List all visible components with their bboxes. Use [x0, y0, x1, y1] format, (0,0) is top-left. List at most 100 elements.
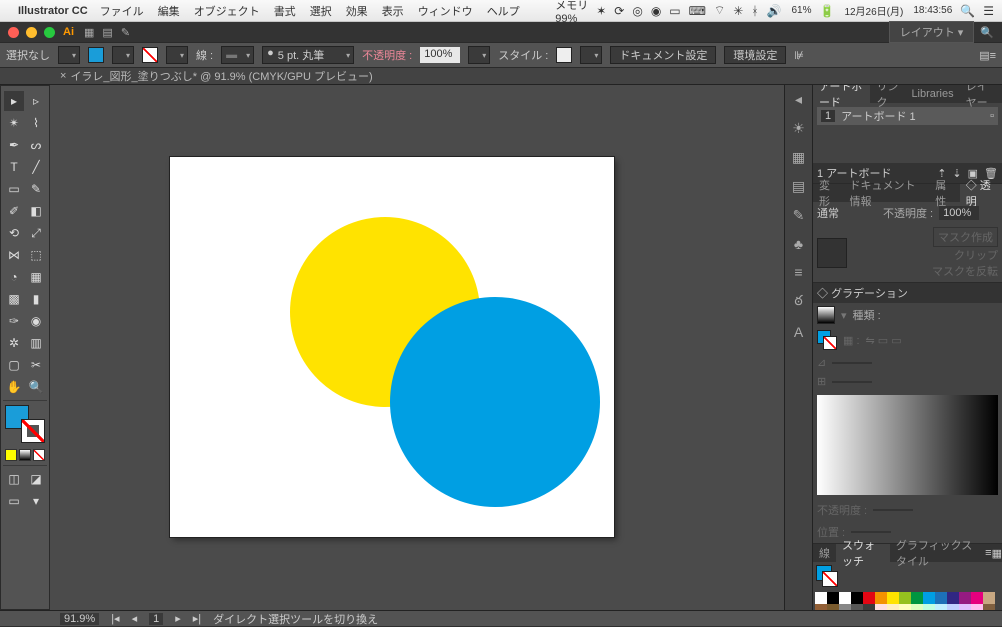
perspective-tool[interactable]: ▦ [26, 267, 46, 287]
nav-next-icon[interactable]: ▸ [175, 612, 181, 625]
slice-tool[interactable]: ✂ [26, 355, 46, 375]
document-setup-button[interactable]: ドキュメント設定 [610, 46, 716, 64]
tab-links[interactable]: リンク [870, 85, 905, 103]
mask-thumb[interactable] [817, 238, 847, 268]
zoom-button[interactable] [44, 27, 55, 38]
color-panel-icon[interactable]: ☀ [792, 120, 805, 137]
swatches-panel-icon[interactable]: ▤ [792, 178, 805, 195]
app-name[interactable]: Illustrator CC [18, 5, 88, 17]
selection-tool[interactable]: ▸ [4, 91, 24, 111]
magic-wand-tool[interactable]: ✴ [4, 113, 24, 133]
swatch-chip[interactable] [935, 592, 947, 604]
width-tool[interactable]: ⋈ [4, 245, 24, 265]
selection-dropdown[interactable] [58, 46, 80, 64]
swatch-grid-view-icon[interactable]: ▦ [992, 547, 1002, 560]
menu-help[interactable]: ヘルプ [487, 3, 520, 19]
battery-icon[interactable]: 🔋 [819, 4, 834, 18]
menu-type[interactable]: 書式 [274, 3, 296, 19]
swatch-chip[interactable] [863, 592, 875, 604]
invert-check[interactable]: マスクを反転 [853, 263, 998, 279]
color-mode-row[interactable] [3, 447, 47, 463]
menu-view[interactable]: 表示 [382, 3, 404, 19]
eraser-tool[interactable]: ◧ [26, 201, 46, 221]
menu-effect[interactable]: 効果 [346, 3, 368, 19]
draw-mode-behind[interactable]: ◪ [26, 469, 46, 489]
swatch-chip[interactable] [959, 592, 971, 604]
opacity-field[interactable]: 100% [420, 47, 460, 63]
tab-artboards[interactable]: アートボード [813, 85, 870, 103]
artboard-nav[interactable]: 1 [149, 613, 163, 625]
shape-builder-tool[interactable]: ◔ [4, 267, 24, 287]
tab-layers[interactable]: レイヤー [960, 85, 1002, 103]
scale-tool[interactable]: ⤢ [26, 223, 46, 243]
fill-swatch[interactable] [88, 47, 104, 63]
graphic-styles-icon[interactable]: ఠ [794, 292, 802, 312]
paintbrush-tool[interactable]: ✎ [26, 179, 46, 199]
cc-icon[interactable]: ◎ [632, 4, 642, 18]
swatch-chip[interactable] [815, 592, 827, 604]
swatch-fillstroke[interactable] [816, 565, 838, 587]
swatch-chip[interactable] [827, 592, 839, 604]
lasso-tool[interactable]: ⌇ [26, 113, 46, 133]
expand-panels-icon[interactable]: ◂ [795, 91, 802, 108]
search-icon[interactable]: 🔍 [980, 26, 994, 39]
tab-close-icon[interactable]: × [60, 70, 66, 82]
screen-mode-dropdown[interactable]: ▾ [26, 491, 46, 511]
menu-edit[interactable]: 編集 [158, 3, 180, 19]
stroke-panel-icon[interactable]: ≡ [794, 264, 802, 280]
style-dropdown[interactable] [580, 46, 602, 64]
style-swatch[interactable] [556, 47, 572, 63]
swatch-chip[interactable] [947, 592, 959, 604]
direct-selection-tool[interactable]: ▹ [26, 91, 46, 111]
tab-graphic-styles[interactable]: グラフィックスタイル [890, 544, 985, 562]
rectangle-tool[interactable]: ▭ [4, 179, 24, 199]
menu-file[interactable]: ファイル [100, 3, 144, 19]
nav-last-icon[interactable]: ▸| [193, 612, 201, 625]
volume-icon[interactable]: 🔊 [767, 4, 782, 18]
tab-transform[interactable]: 変形 [813, 184, 843, 202]
preferences-button[interactable]: 環境設定 [724, 46, 786, 64]
menu-select[interactable]: 選択 [310, 3, 332, 19]
swatch-chip[interactable] [899, 592, 911, 604]
fill-dropdown[interactable] [112, 46, 134, 64]
gradient-angle[interactable] [832, 362, 872, 364]
nav-prev-icon[interactable]: ◂ [132, 612, 138, 625]
color-guide-icon[interactable]: ▦ [792, 149, 805, 166]
swatch-chip[interactable] [911, 592, 923, 604]
stop-position[interactable] [851, 531, 891, 533]
stock-icon[interactable]: ▤ [102, 26, 112, 39]
canvas[interactable] [50, 85, 784, 610]
eyedropper-tool[interactable]: ✑ [4, 311, 24, 331]
tab-libraries[interactable]: Libraries [905, 85, 959, 103]
graph-tool[interactable]: ▥ [26, 333, 46, 353]
menu-window[interactable]: ウィンドウ [418, 3, 473, 19]
opacity-dropdown[interactable] [468, 46, 490, 64]
symbol-sprayer-tool[interactable]: ✲ [4, 333, 24, 353]
screen-mode[interactable]: ▭ [4, 491, 24, 511]
keyboard-icon[interactable]: ⌨ [689, 4, 706, 18]
zoom-level[interactable]: 91.9% [60, 613, 99, 625]
stroke-swatch[interactable] [142, 47, 158, 63]
nav-first-icon[interactable]: |◂ [111, 612, 119, 625]
sync-icon[interactable]: ⟳ [614, 4, 624, 18]
tab-stroke[interactable]: 線 [813, 544, 836, 562]
panel-menu-icon[interactable]: ▤≡ [979, 49, 996, 62]
stroke-dropdown[interactable] [166, 46, 188, 64]
close-button[interactable] [8, 27, 19, 38]
bluetooth-icon[interactable]: ᚼ [751, 4, 758, 18]
opac-value[interactable]: 100% [939, 206, 979, 220]
stroke-weight[interactable]: ▬ [221, 46, 254, 64]
rotate-tool[interactable]: ⟲ [4, 223, 24, 243]
character-panel-icon[interactable]: A [794, 324, 803, 340]
swatch-chip[interactable] [983, 592, 995, 604]
gradient-aspect[interactable] [832, 381, 872, 383]
bridge-icon[interactable]: ▦ [84, 26, 94, 39]
tab-docinfo[interactable]: ドキュメント情報 [843, 184, 929, 202]
brush-dropdown[interactable]: ● 5 pt. 丸筆 [262, 46, 354, 64]
free-transform-tool[interactable]: ⬚ [26, 245, 46, 265]
brushes-panel-icon[interactable]: ✎ [793, 207, 805, 224]
gradient-tool[interactable]: ▮ [26, 289, 46, 309]
swatch-chip[interactable] [839, 592, 851, 604]
fill-stroke-control[interactable] [3, 405, 47, 443]
line-tool[interactable]: ╱ [26, 157, 46, 177]
